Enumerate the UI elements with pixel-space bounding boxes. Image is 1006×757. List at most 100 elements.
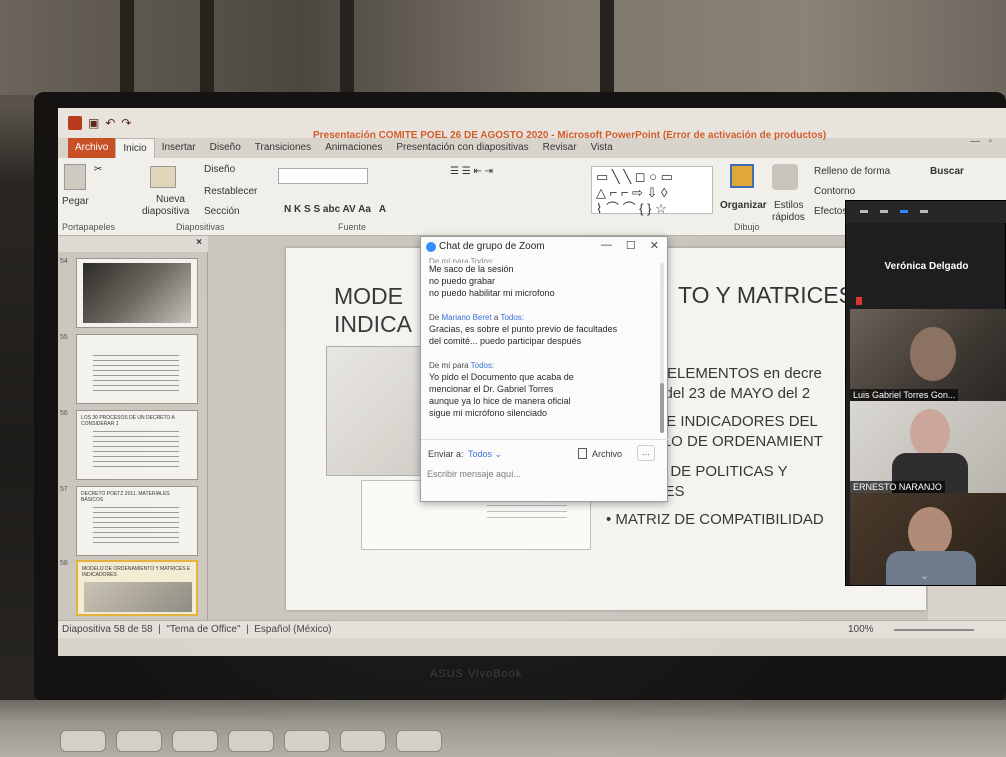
chat-scrollbar[interactable] <box>660 263 664 433</box>
shelf-post <box>120 0 134 95</box>
close-panel-icon[interactable]: × <box>196 237 202 248</box>
participant-name: Luis Gabriel Torres Gon... <box>850 389 959 401</box>
font-name-dropdown[interactable] <box>278 168 368 184</box>
font-style-buttons[interactable]: N K S S abc AV Aa A <box>284 204 386 215</box>
thumbnail-text-lines <box>93 507 179 547</box>
cut-icon[interactable]: ✂ <box>94 164 102 175</box>
send-to-dropdown[interactable]: Todos ⌄ <box>468 449 502 460</box>
language-indicator[interactable]: Español (México) <box>254 624 331 635</box>
slide-thumbnail-panel: × 54 55 56 LOS 30 PROCESOS DE UN DECRETO… <box>58 236 208 620</box>
slide-title-left: MODE INDICA <box>334 282 412 338</box>
chevron-down-icon[interactable]: ⌄ <box>920 569 929 582</box>
keyboard-key <box>60 730 106 752</box>
shape-fill-button[interactable]: Relleno de forma <box>814 166 890 177</box>
chat-message: De mí para Todos: Me saco de la sesión n… <box>429 257 655 299</box>
grid-icon[interactable] <box>920 210 928 213</box>
tab-insertar[interactable]: Insertar <box>155 138 203 158</box>
slide-thumbnail-57[interactable]: DECRETO POETZ 2011. MATERIALES BÁSICOS <box>76 486 198 556</box>
paste-button[interactable]: Pegar <box>62 196 89 207</box>
theme-name: "Tema de Office" <box>166 624 241 635</box>
quick-styles-label-1[interactable]: Estilos <box>774 200 803 211</box>
message-target[interactable]: Todos: <box>500 313 524 322</box>
sender-name[interactable]: Mariano Beret <box>441 313 491 322</box>
zoom-slider[interactable] <box>894 629 974 631</box>
paste-icon[interactable] <box>64 164 86 190</box>
background-shelf <box>0 0 1006 95</box>
file-button[interactable]: Archivo <box>592 449 622 459</box>
slide-thumbnail-56[interactable]: LOS 30 PROCESOS DE UN DECRETO A CONSIDER… <box>76 410 198 480</box>
scrollbar-thumb[interactable] <box>660 383 664 433</box>
participant-body <box>886 551 976 585</box>
thumbnail-image <box>84 582 192 612</box>
paragraph-buttons[interactable]: ☰ ☰ ⇤ ⇥ <box>450 166 493 177</box>
view-icon[interactable] <box>880 210 888 213</box>
minimize-icon[interactable] <box>860 210 868 213</box>
keyboard-key <box>340 730 386 752</box>
section-button[interactable]: Sección <box>204 206 240 217</box>
organize-button[interactable]: Organizar <box>720 200 767 211</box>
save-icon[interactable]: ▣ <box>88 116 99 130</box>
message-sender: De Mariano Beret a Todos: <box>429 313 655 323</box>
new-slide-icon[interactable] <box>150 166 176 188</box>
message-line: aunque ya lo hice de manera oficial <box>429 396 571 406</box>
message-target[interactable]: Todos: <box>471 361 495 370</box>
tab-vista[interactable]: Vista <box>584 138 620 158</box>
redo-icon[interactable]: ↷ <box>121 116 131 130</box>
tab-transiciones[interactable]: Transiciones <box>248 138 318 158</box>
participant-video[interactable]: ERNESTO NARANJO <box>850 401 1006 493</box>
more-options-button[interactable]: ... <box>637 445 655 461</box>
slide-number: 57 <box>60 486 68 493</box>
message-line: mencionar el Dr. Gabriel Torres <box>429 384 554 394</box>
slide-counter: Diapositiva 58 de 58 <box>62 624 153 635</box>
keyboard-key <box>116 730 162 752</box>
bullet-line: DS ELEMENTOS en decre <box>642 365 822 382</box>
message-line: del comité... puedo participar después <box>429 336 582 346</box>
active-view-icon[interactable] <box>900 210 908 213</box>
tab-revisar[interactable]: Revisar <box>536 138 584 158</box>
layout-button[interactable]: Diseño <box>204 164 235 175</box>
tab-animaciones[interactable]: Animaciones <box>318 138 389 158</box>
message-sender: De mí para Todos: <box>429 361 655 371</box>
sender-prefix: De mí para <box>429 361 471 370</box>
shapes-gallery[interactable]: ▭ ╲ ╲ ◻ ○ ▭ △ ⌐ ⌐ ⇨ ⇩ ◊ ⌇ ⌒ ⌒ { } ☆ <box>591 166 713 216</box>
close-icon[interactable]: ✕ <box>650 239 659 252</box>
organize-icon[interactable] <box>730 164 754 188</box>
group-label-font: Fuente <box>338 222 367 232</box>
find-button[interactable]: Buscar <box>930 166 964 177</box>
shape-effects-button[interactable]: Efectos <box>814 206 847 217</box>
quick-styles-label-2[interactable]: rápidos <box>772 212 805 223</box>
tab-archivo[interactable]: Archivo <box>68 138 116 158</box>
undo-icon[interactable]: ↶ <box>105 116 115 130</box>
tab-presentacion[interactable]: Presentación con diapositivas <box>389 138 535 158</box>
maximize-icon[interactable]: ☐ <box>626 239 636 252</box>
chat-message: De Mariano Beret a Todos: Gracias, es so… <box>429 313 655 347</box>
group-label-slides: Diapositivas <box>176 222 225 232</box>
participant-face <box>908 507 952 557</box>
slide-number: 56 <box>60 410 68 417</box>
slide-title-line-2: INDICA <box>334 311 412 337</box>
chat-message-input[interactable] <box>427 466 657 482</box>
sender-prefix: De <box>429 313 442 322</box>
tab-diseno[interactable]: Diseño <box>203 138 248 158</box>
new-slide-label-1[interactable]: Nueva <box>156 194 185 205</box>
powerpoint-app-icon <box>68 116 82 130</box>
chat-footer: Enviar a: Todos ⌄ Archivo ... <box>421 439 669 503</box>
slide-thumbnail-58[interactable]: MODELO DE ORDENAMIENTO Y MATRICES E INDI… <box>76 560 198 616</box>
reset-button[interactable]: Restablecer <box>204 186 257 197</box>
bullet-line: • MATRIZ DE COMPATIBILIDAD <box>606 511 824 528</box>
zoom-level[interactable]: 100% <box>848 621 874 639</box>
new-slide-label-2[interactable]: diapositiva <box>142 206 189 217</box>
participant-video[interactable]: Luis Gabriel Torres Gon... <box>850 309 1006 401</box>
file-icon[interactable] <box>578 448 587 459</box>
minimize-icon[interactable]: — <box>601 239 612 252</box>
tab-inicio[interactable]: Inicio <box>115 138 155 158</box>
chat-window-controls: — ☐ ✕ <box>601 239 659 252</box>
status-bar: Diapositiva 58 de 58 | "Tema de Office" … <box>58 620 1006 638</box>
slide-thumbnail-54[interactable] <box>76 258 198 328</box>
participant-name: ERNESTO NARANJO <box>850 481 945 493</box>
slide-number: 54 <box>60 258 68 265</box>
slide-thumbnail-55[interactable] <box>76 334 198 404</box>
shape-outline-button[interactable]: Contorno <box>814 186 855 197</box>
keyboard-key <box>172 730 218 752</box>
quick-styles-icon[interactable] <box>772 164 798 190</box>
